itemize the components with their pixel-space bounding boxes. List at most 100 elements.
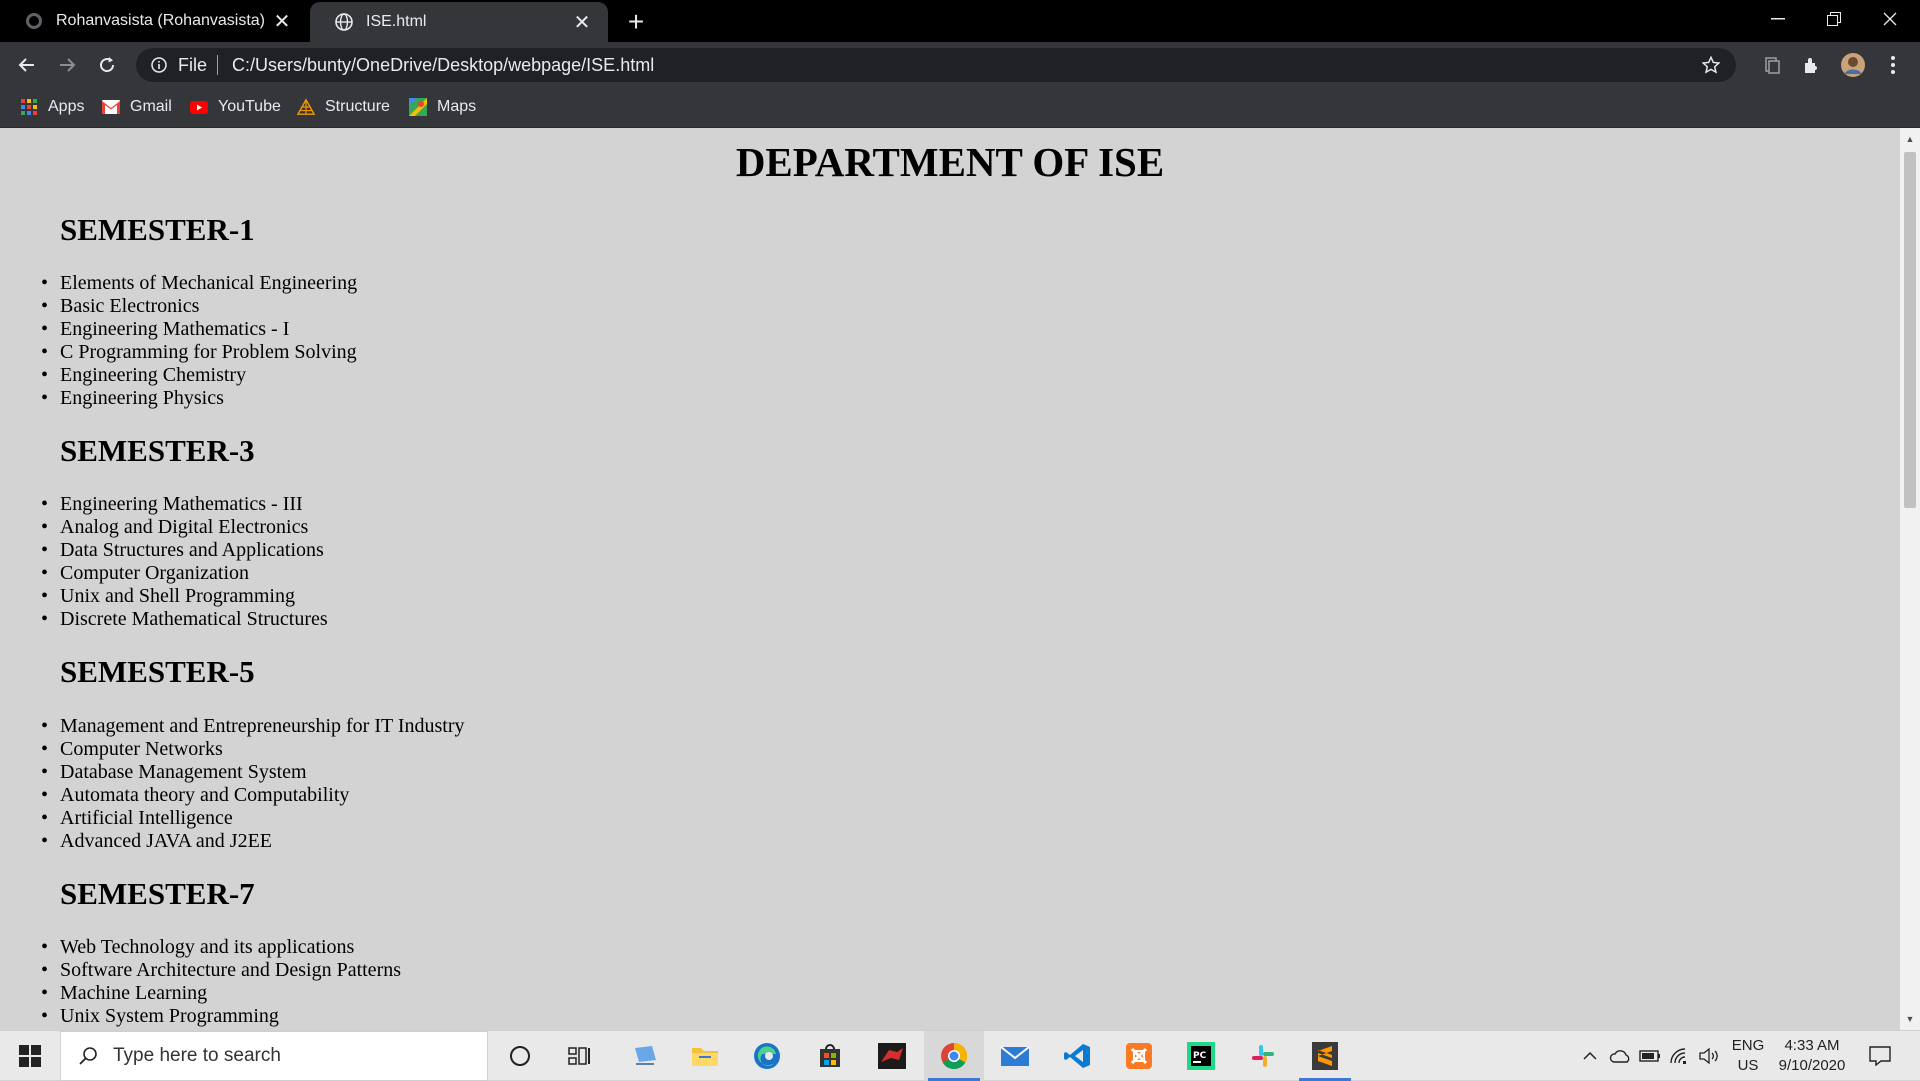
file-explorer-icon[interactable] <box>675 1031 735 1081</box>
windows-taskbar: Type here to search PC ENG US 4:33 AM 9/… <box>0 1030 1920 1081</box>
address-bar[interactable]: File C:/Users/bunty/OneDrive/Desktop/web… <box>136 48 1736 82</box>
list-item: Database Management System <box>41 761 465 784</box>
semester-heading: SEMESTER-3 <box>60 433 255 468</box>
clock[interactable]: 4:33 AM 9/10/2020 <box>1772 1036 1852 1076</box>
bookmark-label: Structure <box>325 98 390 115</box>
wifi-icon[interactable] <box>1666 1031 1694 1081</box>
slack-icon[interactable] <box>1233 1031 1293 1081</box>
back-button[interactable] <box>10 48 44 82</box>
reading-list-icon[interactable] <box>1757 50 1787 80</box>
list-item: Unix System Programming <box>41 1005 401 1028</box>
onedrive-icon[interactable] <box>1606 1031 1634 1081</box>
list-item: Machine Learning <box>41 982 401 1005</box>
tab-github[interactable]: Rohanvasista (Rohanvasista) ✕ <box>0 0 308 42</box>
menu-dots-icon[interactable] <box>1878 50 1908 80</box>
avatar[interactable] <box>1838 50 1868 80</box>
clock-date: 9/10/2020 <box>1778 1057 1846 1074</box>
subject-list: Engineering Mathematics - III Analog and… <box>41 493 328 631</box>
mail-icon[interactable] <box>985 1031 1045 1081</box>
close-window-icon[interactable] <box>1862 0 1918 38</box>
vscode-icon[interactable] <box>1047 1031 1107 1081</box>
scrollbar-thumb[interactable] <box>1904 152 1916 508</box>
clock-time: 4:33 AM <box>1784 1037 1840 1054</box>
list-item: Artificial Intelligence <box>41 807 465 830</box>
battery-icon[interactable] <box>1636 1031 1664 1081</box>
minimize-icon[interactable] <box>1750 0 1806 38</box>
sublime-icon[interactable] <box>1295 1031 1355 1081</box>
windows-start-button[interactable] <box>0 1031 60 1081</box>
forward-button[interactable] <box>50 48 84 82</box>
list-item: Automata theory and Computability <box>41 784 465 807</box>
xampp-icon[interactable] <box>1109 1031 1169 1081</box>
apps-grid-icon <box>20 98 38 116</box>
tab-bar: Rohanvasista (Rohanvasista) ✕ ISE.html ✕… <box>0 0 1920 42</box>
scroll-up-icon[interactable]: ▲ <box>1900 130 1920 148</box>
page-title: DEPARTMENT OF ISE <box>735 139 1165 185</box>
language-label: ENG <box>1731 1037 1765 1054</box>
search-placeholder: Type here to search <box>113 1045 281 1066</box>
notification-icon[interactable] <box>1862 1031 1898 1081</box>
structure-icon <box>297 98 315 116</box>
list-item: Computer Networks <box>41 738 465 761</box>
subject-list: Elements of Mechanical Engineering Basic… <box>41 272 357 410</box>
semester-heading: SEMESTER-7 <box>60 876 255 911</box>
pycharm-icon[interactable]: PC <box>1171 1031 1231 1081</box>
semester-heading: SEMESTER-5 <box>60 654 255 689</box>
new-tab-button[interactable]: + <box>620 6 652 38</box>
reload-button[interactable] <box>90 48 124 82</box>
list-item: Software Architecture and Design Pattern… <box>41 959 401 982</box>
tab-ise[interactable]: ISE.html ✕ <box>310 2 608 42</box>
info-icon[interactable] <box>148 54 170 76</box>
list-item: Data Structures and Applications <box>41 539 328 562</box>
store-icon[interactable] <box>800 1031 860 1081</box>
extensions-icon[interactable] <box>1797 50 1827 80</box>
list-item: Basic Electronics <box>41 295 357 318</box>
list-item: Unix and Shell Programming <box>41 585 328 608</box>
restore-icon[interactable] <box>1806 0 1862 38</box>
volume-icon[interactable] <box>1696 1031 1724 1081</box>
list-item: Discrete Mathematical Structures <box>41 608 328 631</box>
bookmark-structure[interactable]: Structure <box>297 95 390 119</box>
list-item: Engineering Mathematics - I <box>41 318 357 341</box>
maps-icon <box>409 98 427 116</box>
game-icon[interactable] <box>862 1031 922 1081</box>
page-viewport: DEPARTMENT OF ISE SEMESTER-1 Elements of… <box>0 128 1900 1030</box>
bookmark-label: Apps <box>48 98 85 115</box>
bookmark-youtube[interactable]: YouTube <box>190 95 281 119</box>
search-icon <box>77 1045 99 1067</box>
task-view-icon[interactable] <box>550 1031 610 1081</box>
tab-title: ISE.html <box>366 13 427 30</box>
github-icon <box>24 11 44 31</box>
language-indicator[interactable]: ENG US <box>1728 1036 1768 1076</box>
list-item: Engineering Chemistry <box>41 364 357 387</box>
region-label: US <box>1737 1057 1759 1074</box>
bookmark-gmail[interactable]: Gmail <box>102 95 172 119</box>
edge-icon[interactable] <box>737 1031 797 1081</box>
close-tab-icon[interactable]: ✕ <box>570 10 594 34</box>
bookmark-apps[interactable]: Apps <box>20 95 84 119</box>
pc-icon[interactable] <box>615 1031 675 1081</box>
chevron-up-icon[interactable] <box>1578 1031 1602 1081</box>
list-item: Computer Organization <box>41 562 328 585</box>
url-text[interactable]: C:/Users/bunty/OneDrive/Desktop/webpage/… <box>232 55 654 76</box>
chrome-icon[interactable] <box>924 1031 984 1081</box>
list-item: Management and Entrepreneurship for IT I… <box>41 715 465 738</box>
vertical-scrollbar[interactable]: ▲ ▼ <box>1900 128 1920 1030</box>
browser-toolbar: File C:/Users/bunty/OneDrive/Desktop/web… <box>0 42 1920 87</box>
bookmark-maps[interactable]: Maps <box>409 95 476 119</box>
svg-text:PC: PC <box>1193 1051 1207 1061</box>
scheme-label: File <box>178 54 208 75</box>
list-item: Elements of Mechanical Engineering <box>41 272 357 295</box>
list-item: Advanced JAVA and J2EE <box>41 830 465 853</box>
cortana-icon[interactable] <box>490 1031 550 1081</box>
scroll-down-icon[interactable]: ▼ <box>1900 1010 1920 1028</box>
list-item: Engineering Physics <box>41 387 357 410</box>
list-item: Analog and Digital Electronics <box>41 516 328 539</box>
close-tab-icon[interactable]: ✕ <box>270 9 294 33</box>
bookmark-star-icon[interactable] <box>1700 54 1722 76</box>
subject-list: Web Technology and its applications Soft… <box>41 936 401 1028</box>
bookmarks-bar: Apps Gmail YouTube Structure Maps <box>0 87 1920 128</box>
youtube-icon <box>190 98 208 116</box>
taskbar-search-box[interactable]: Type here to search <box>60 1031 488 1081</box>
list-item: Engineering Mathematics - III <box>41 493 328 516</box>
